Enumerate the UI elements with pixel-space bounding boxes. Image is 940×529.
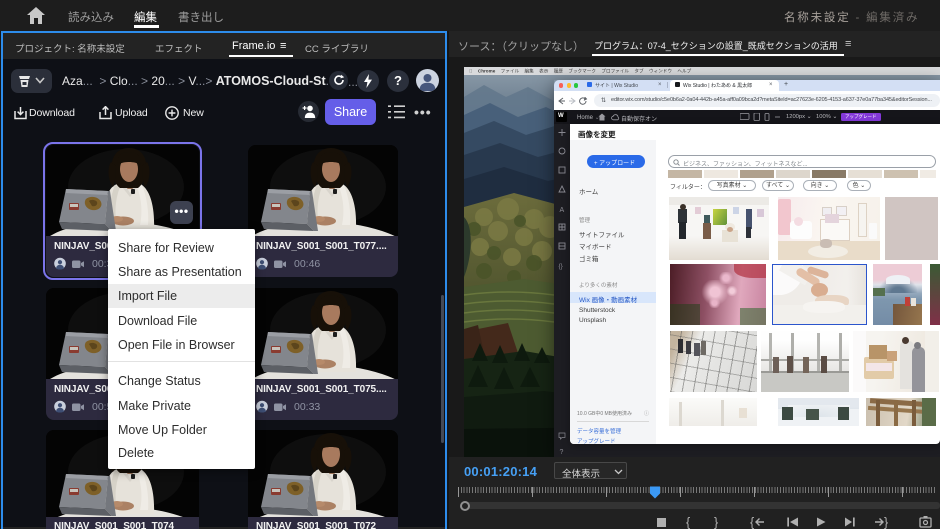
svg-text:{}: {}	[559, 263, 564, 270]
svg-text:A: A	[560, 207, 565, 214]
svg-text:?: ?	[560, 449, 564, 456]
svg-text:{: {	[686, 516, 690, 529]
svg-text:}: }	[884, 516, 888, 529]
svg-text:{: {	[750, 516, 754, 529]
svg-text:}: }	[714, 516, 718, 529]
